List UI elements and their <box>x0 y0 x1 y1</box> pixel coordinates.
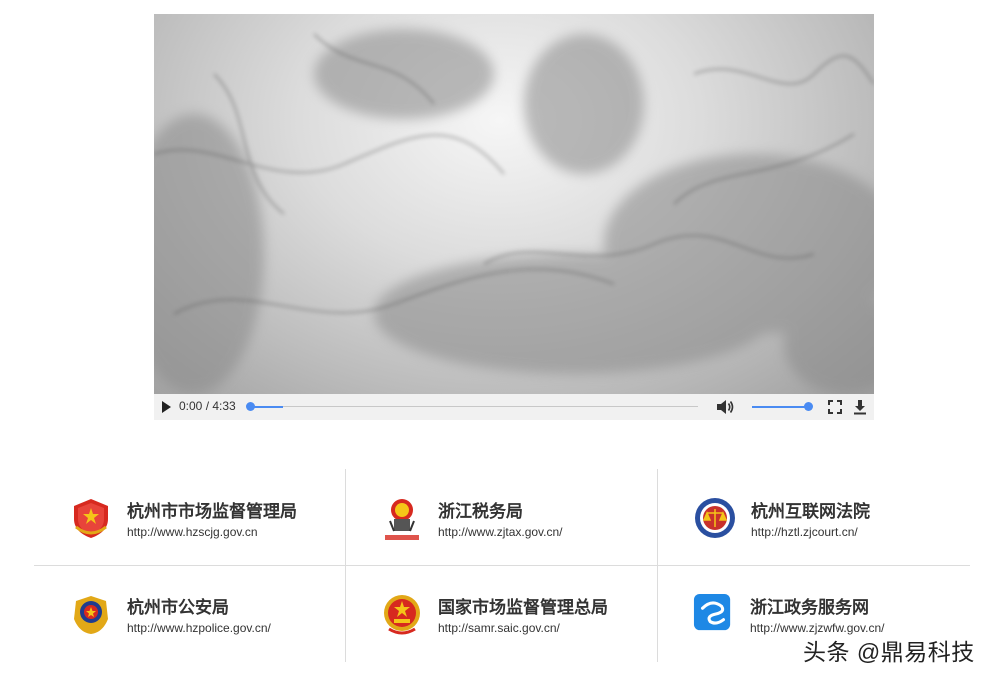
zjzwfw-logo-icon <box>693 593 731 631</box>
watermark-text: 头条 @鼎易科技 <box>803 639 975 665</box>
ink-smoke-image <box>154 29 874 394</box>
grid-divider <box>345 566 346 662</box>
volume-slider[interactable] <box>752 406 808 408</box>
volume-icon[interactable] <box>716 399 734 415</box>
link-name[interactable]: 杭州市市场监督管理局 <box>127 497 297 522</box>
link-url[interactable]: http://www.hzpolice.gov.cn/ <box>127 621 271 635</box>
download-icon[interactable] <box>853 399 867 415</box>
link-card-hzpolice[interactable]: 杭州市公安局 http://www.hzpolice.gov.cn/ <box>70 593 330 639</box>
video-controls: 0:00 / 4:33 <box>154 394 874 420</box>
progress-bar[interactable] <box>250 406 698 407</box>
market-regulation-emblem-icon <box>74 499 108 538</box>
fullscreen-icon[interactable] <box>828 400 842 414</box>
play-icon[interactable] <box>162 401 171 413</box>
link-card-zjtax[interactable]: 浙江税务局 http://www.zjtax.gov.cn/ <box>381 497 641 543</box>
time-display: 0:00 / 4:33 <box>179 399 236 413</box>
current-time: 0:00 <box>179 399 203 413</box>
grid-divider <box>657 566 658 662</box>
link-url[interactable]: http://www.zjtax.gov.cn/ <box>438 525 563 539</box>
link-card-hzscjg[interactable]: 杭州市市场监督管理局 http://www.hzscjg.gov.cn <box>70 497 330 543</box>
link-name[interactable]: 杭州市公安局 <box>127 593 229 618</box>
total-time: 4:33 <box>212 399 236 413</box>
link-url[interactable]: http://www.hzscjg.gov.cn <box>127 525 258 539</box>
link-name[interactable]: 国家市场监督管理总局 <box>438 593 608 618</box>
video-player[interactable]: 0:00 / 4:33 <box>154 14 874 420</box>
link-card-samr[interactable]: 国家市场监督管理总局 http://samr.saic.gov.cn/ <box>381 593 641 639</box>
link-card-zjcourt[interactable]: 杭州互联网法院 http://hztl.zjcourt.cn/ <box>694 497 954 543</box>
grid-divider <box>657 469 658 565</box>
volume-handle[interactable] <box>804 402 813 411</box>
link-name[interactable]: 浙江政务服务网 <box>750 593 869 618</box>
link-url[interactable]: http://hztl.zjcourt.cn/ <box>751 525 858 539</box>
link-name[interactable]: 杭州互联网法院 <box>751 497 870 522</box>
link-name[interactable]: 浙江税务局 <box>438 497 523 522</box>
grid-divider <box>34 565 970 566</box>
time-separator: / <box>202 399 213 413</box>
tax-emblem-icon <box>385 499 419 540</box>
police-emblem-icon <box>74 596 108 634</box>
progress-handle[interactable] <box>246 402 255 411</box>
link-url[interactable]: http://samr.saic.gov.cn/ <box>438 621 560 635</box>
national-emblem-icon <box>384 595 420 635</box>
grid-divider <box>345 469 346 565</box>
video-frame[interactable] <box>154 14 874 394</box>
court-emblem-icon <box>695 498 735 538</box>
